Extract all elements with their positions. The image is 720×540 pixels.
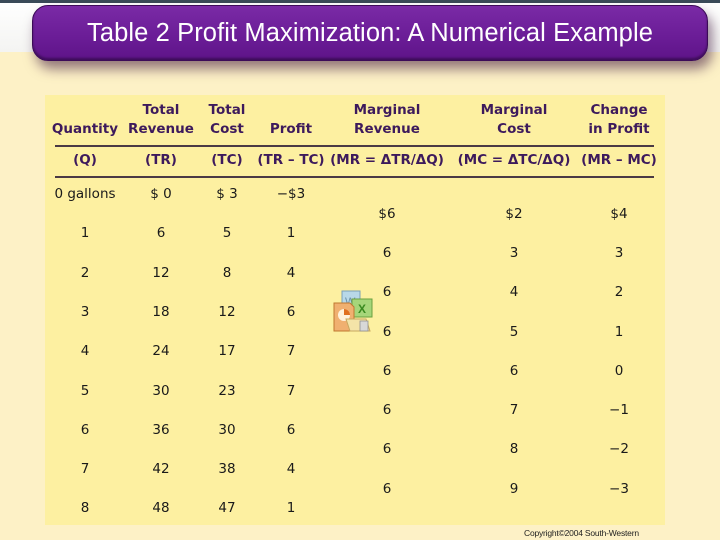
cell-quantity: 3	[80, 303, 90, 320]
cell-quantity: 8	[80, 500, 90, 517]
header-line2: Cost	[497, 121, 531, 137]
cell-profit: 4	[286, 461, 296, 478]
cell-quantity: 4	[80, 343, 90, 360]
header-line2: Cost	[210, 121, 244, 137]
cell-total-revenue: 30	[152, 382, 170, 399]
column-symbol-profit: (TR – TC)	[257, 152, 325, 168]
column-header-change-in-profit: Change in Profit	[588, 101, 649, 139]
cell-change-in-profit: 1	[614, 323, 624, 340]
header-line1: Marginal	[480, 102, 548, 118]
cell-profit: 7	[286, 343, 296, 360]
column-header-quantity: Quantity	[52, 120, 118, 139]
column-header-profit: Profit	[270, 120, 312, 139]
header-line1: Change	[590, 102, 648, 118]
cell-marginal-cost: 8	[509, 441, 519, 458]
header-line2: Quantity	[51, 121, 119, 137]
column-header-marginal-cost: Marginal Cost	[481, 101, 548, 139]
cell-total-cost: 30	[218, 421, 236, 438]
cell-marginal-revenue: 6	[382, 323, 392, 340]
cell-quantity: 6	[80, 421, 90, 438]
header-line1: Total	[142, 102, 180, 118]
header-line1: Marginal	[353, 102, 421, 118]
copyright-notice: Copyright©2004 South-Western	[524, 528, 639, 538]
column-symbol-marginal-revenue: (MR = ΔTR/ΔQ)	[330, 152, 444, 168]
column-symbol-total-cost: (TC)	[211, 152, 243, 168]
cell-marginal-revenue: 6	[382, 284, 392, 301]
cell-marginal-cost: $2	[505, 205, 523, 222]
cell-total-cost: 5	[222, 225, 232, 242]
cell-quantity: 7	[80, 461, 90, 478]
cell-total-revenue: 24	[152, 343, 170, 360]
header-line2: Revenue	[128, 121, 194, 137]
cell-total-revenue: 12	[152, 264, 170, 281]
cell-profit: 7	[286, 382, 296, 399]
header-line1: Total	[208, 102, 246, 118]
cell-marginal-cost: 4	[509, 284, 519, 301]
cell-total-cost: 17	[218, 343, 236, 360]
cell-total-revenue: 18	[152, 303, 170, 320]
cell-profit: 6	[286, 303, 296, 320]
cell-marginal-revenue: 6	[382, 362, 392, 379]
cell-change-in-profit: 0	[614, 362, 624, 379]
cell-marginal-cost: 7	[509, 402, 519, 419]
column-header-total-cost: Total Cost	[209, 101, 246, 139]
cell-change-in-profit: −2	[609, 441, 629, 458]
office-documents-icon: W X	[333, 290, 373, 332]
cell-total-revenue: 36	[152, 421, 170, 438]
cell-profit: 1	[286, 225, 296, 242]
cell-quantity: 2	[80, 264, 90, 281]
cell-marginal-revenue: 6	[382, 244, 392, 261]
cell-total-revenue: 6	[156, 225, 166, 242]
header-line2: Profit	[269, 121, 313, 137]
column-header-total-revenue: Total Revenue	[128, 101, 194, 139]
cell-total-cost: 38	[218, 461, 236, 478]
cell-total-cost: 12	[218, 303, 236, 320]
cell-change-in-profit: −3	[609, 480, 629, 497]
cell-marginal-cost: 5	[509, 323, 519, 340]
column-symbol-change-in-profit: (MR – MC)	[581, 152, 657, 168]
column-symbol-total-revenue: (TR)	[145, 152, 177, 168]
cell-total-cost: 8	[222, 264, 232, 281]
symbol-rule	[55, 176, 654, 178]
cell-total-cost: 23	[218, 382, 236, 399]
cell-profit: 4	[286, 264, 296, 281]
header-rule	[55, 145, 654, 147]
cell-marginal-revenue: $6	[378, 205, 396, 222]
cell-change-in-profit: $4	[610, 205, 628, 222]
window-top-edge	[0, 0, 720, 3]
cell-change-in-profit: 3	[614, 244, 624, 261]
cell-total-cost: $ 3	[216, 186, 238, 202]
cell-marginal-cost: 9	[509, 480, 519, 497]
column-symbol-marginal-cost: (MC = ΔTC/ΔQ)	[457, 152, 571, 168]
cell-marginal-cost: 3	[509, 244, 519, 261]
cell-marginal-cost: 6	[509, 362, 519, 379]
column-symbol-quantity: (Q)	[73, 152, 97, 168]
cell-marginal-revenue: 6	[382, 480, 392, 497]
svg-text:X: X	[358, 302, 366, 316]
cell-profit: 1	[286, 500, 296, 517]
cell-change-in-profit: 2	[614, 284, 624, 301]
cell-total-revenue: 48	[152, 500, 170, 517]
cell-quantity: 0 gallons	[54, 186, 116, 202]
cell-marginal-revenue: 6	[382, 402, 392, 419]
cell-total-revenue: 42	[152, 461, 170, 478]
cell-profit: −$3	[276, 186, 306, 202]
title-banner: Table 2 Profit Maximization: A Numerical…	[32, 5, 708, 61]
cell-quantity: 5	[80, 382, 90, 399]
header-line2: Revenue	[354, 121, 420, 137]
cell-total-cost: 47	[218, 500, 236, 517]
cell-quantity: 1	[80, 225, 90, 242]
cell-marginal-revenue: 6	[382, 441, 392, 458]
cell-total-revenue: $ 0	[150, 186, 172, 202]
header-line2: in Profit	[588, 121, 650, 137]
column-header-marginal-revenue: Marginal Revenue	[354, 101, 421, 139]
slide-title: Table 2 Profit Maximization: A Numerical…	[86, 18, 654, 47]
cell-change-in-profit: −1	[609, 402, 629, 419]
cell-profit: 6	[286, 421, 296, 438]
